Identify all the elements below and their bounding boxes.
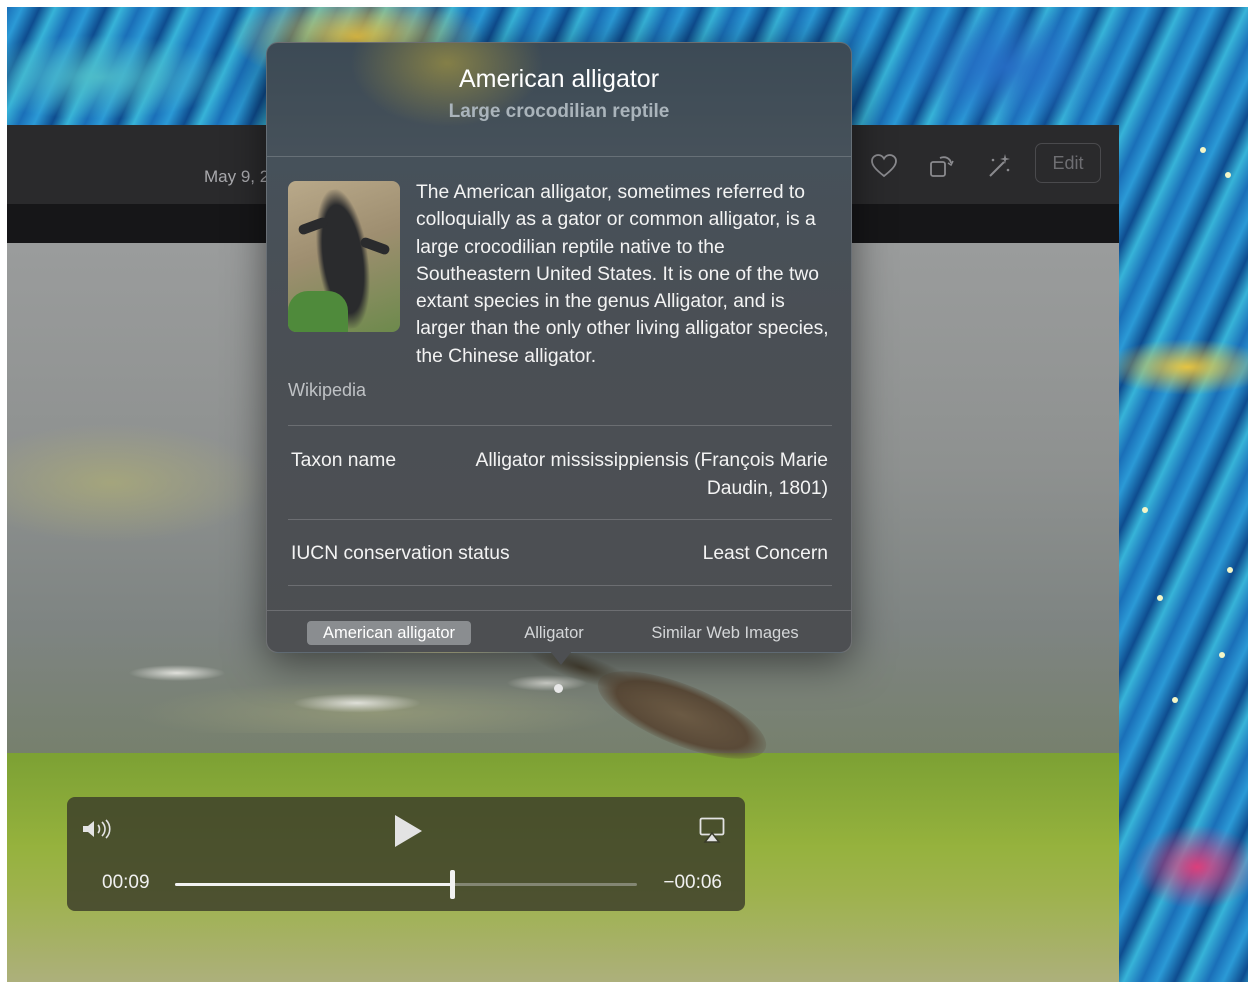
edit-button[interactable]: Edit — [1035, 143, 1101, 183]
tab-alligator[interactable]: Alligator — [510, 621, 598, 645]
source-link[interactable]: Wikipedia — [288, 380, 366, 401]
lookup-subtitle: Large crocodilian reptile — [448, 101, 670, 122]
iucn-status-value: Least Concern — [702, 543, 828, 564]
volume-icon[interactable] — [81, 818, 113, 845]
row-divider — [288, 585, 832, 586]
lookup-description: The American alligator, sometimes referr… — [416, 182, 829, 367]
remaining-time: −00:06 — [663, 872, 722, 893]
video-controls: 00:09 −00:06 — [67, 797, 745, 911]
play-icon[interactable] — [393, 814, 423, 853]
header-divider — [267, 156, 851, 157]
rotate-icon[interactable] — [925, 150, 957, 182]
scrubber-handle[interactable] — [450, 870, 456, 899]
iucn-status-label: IUCN conservation status — [291, 543, 510, 564]
tab-american-alligator[interactable]: American alligator — [307, 621, 471, 645]
elapsed-time: 00:09 — [102, 872, 150, 893]
row-divider — [288, 519, 832, 520]
heart-icon[interactable] — [868, 150, 900, 182]
lookup-title: American alligator — [458, 65, 660, 93]
scrubber[interactable] — [175, 870, 637, 899]
tab-similar-web-images[interactable]: Similar Web Images — [639, 621, 811, 645]
airplay-icon[interactable] — [699, 817, 725, 848]
photo-date: May 9, 2 — [204, 167, 270, 186]
water-algae — [7, 423, 267, 543]
visual-lookup-dot[interactable] — [554, 684, 563, 693]
lookup-description-block: The American alligator, sometimes referr… — [288, 179, 834, 370]
visual-lookup-popover: American alligator Large crocodilian rep… — [266, 42, 852, 665]
scrubber-progress — [175, 883, 453, 886]
taxon-name-value: Alligator mississippiensis (François Mar… — [475, 450, 828, 499]
enhance-icon[interactable] — [982, 150, 1014, 182]
lookup-tabs: American alligator Alligator Similar Web… — [267, 610, 851, 654]
popover-arrow — [550, 651, 572, 665]
taxon-name-label: Taxon name — [291, 450, 397, 471]
row-divider — [288, 425, 832, 426]
